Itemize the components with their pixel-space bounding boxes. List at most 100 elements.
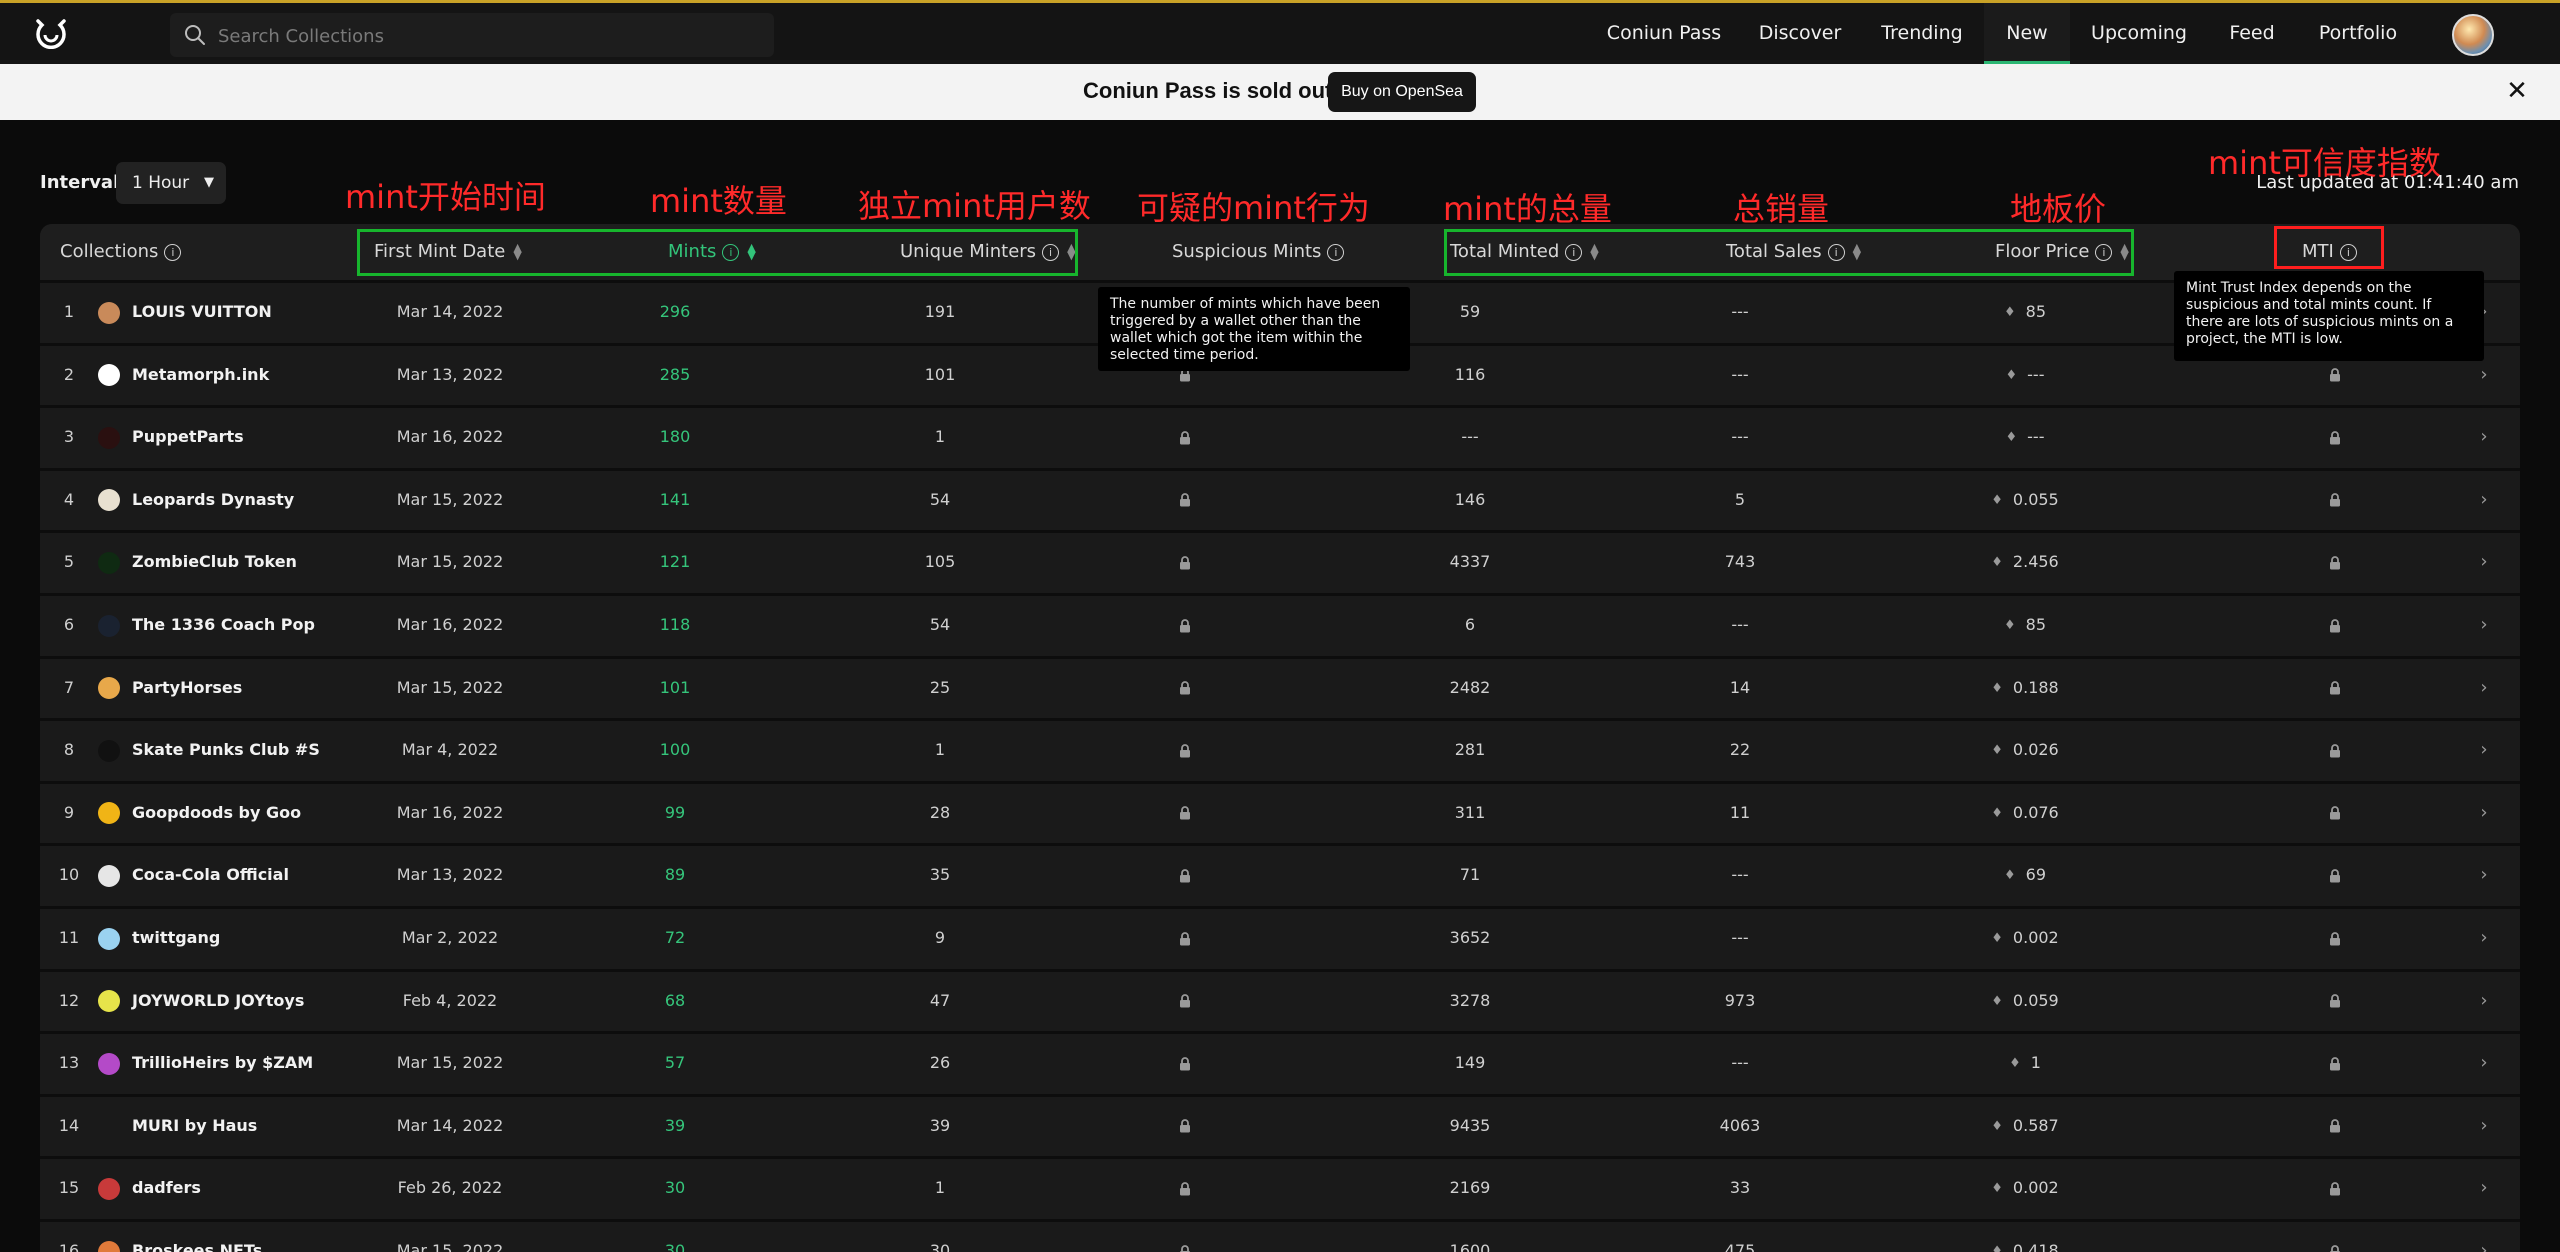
chevron-right-icon[interactable]: ›	[2474, 846, 2494, 903]
unique-minters-cell: 9	[934, 928, 946, 947]
table-row[interactable]: 8 Skate Punks Club #S Mar 4, 2022 100 1 281 22…	[40, 718, 2520, 778]
collection-name-cell[interactable]: PartyHorses	[98, 659, 328, 716]
lock-icon	[1170, 909, 1200, 966]
nav-coniun-pass[interactable]: Coniun Pass	[1603, 3, 1725, 64]
chevron-right-icon[interactable]: ›	[2474, 471, 2494, 528]
collection-name-cell[interactable]: Leopards Dynasty	[98, 471, 328, 528]
table-row[interactable]: 14 MURI by Haus Mar 14, 2022 39 39 9435 4063 ♦ 0…	[40, 1093, 2520, 1154]
collection-name[interactable]: JOYWORLD JOYtoys	[132, 991, 304, 1010]
chevron-right-icon[interactable]: ›	[2474, 1097, 2494, 1154]
first-mint-date-cell: Mar 15, 2022	[396, 677, 504, 697]
search-input[interactable]	[216, 13, 760, 59]
suspicious-mints-tooltip: The number of mints which have been trig…	[1098, 287, 1410, 371]
lock-icon	[2320, 1097, 2350, 1154]
table-row[interactable]: 11 twittgang Mar 2, 2022 72 9 3652 --- ♦ 0.002 ›	[40, 906, 2520, 966]
coniun-logo-icon[interactable]	[34, 17, 68, 49]
info-icon[interactable]: i	[164, 243, 182, 261]
collection-name-cell[interactable]: PuppetParts	[98, 408, 328, 465]
collection-name[interactable]: Metamorph.ink	[132, 365, 269, 384]
table-row[interactable]: 4 Leopards Dynasty Mar 15, 2022 141 54 146 5 ♦ 0…	[40, 467, 2520, 528]
collection-name-cell[interactable]: LOUIS VUITTON	[98, 283, 328, 340]
annotation-first-mint: mint开始时间	[345, 178, 546, 216]
collection-name-cell[interactable]: dadfers	[98, 1159, 328, 1216]
collection-name-cell[interactable]: twittgang	[98, 909, 328, 966]
info-icon[interactable]: i	[1327, 243, 1345, 261]
first-mint-date-cell: Mar 2, 2022	[401, 928, 499, 947]
chevron-right-icon[interactable]: ›	[2474, 721, 2494, 778]
collection-name[interactable]: LOUIS VUITTON	[132, 302, 272, 321]
total-minted-cell: 71	[1459, 865, 1481, 885]
chevron-right-icon[interactable]: ›	[2474, 1034, 2494, 1091]
table-row[interactable]: 9 Goopdoods by Goo Mar 16, 2022 99 28 311 11 ♦ 0…	[40, 780, 2520, 841]
collection-name-cell[interactable]: Metamorph.ink	[98, 346, 328, 403]
total-sales-cell: ---	[1731, 427, 1749, 447]
mints-cell: 68	[664, 990, 686, 1010]
table-row[interactable]: 15 dadfers Feb 26, 2022 30 1 2169 33 ♦ 0.002 ›	[40, 1156, 2520, 1216]
interval-select[interactable]: 1 Hour ▼	[116, 162, 226, 204]
chevron-right-icon[interactable]: ›	[2474, 596, 2494, 653]
chevron-right-icon[interactable]: ›	[2474, 972, 2494, 1029]
table-row[interactable]: 5 ZombieClub Token Mar 15, 2022 121 105 4337 7…	[40, 530, 2520, 590]
interval-value: 1 Hour	[132, 173, 190, 193]
lock-icon	[2320, 1222, 2350, 1252]
collection-name[interactable]: twittgang	[132, 928, 220, 947]
chevron-right-icon[interactable]: ›	[2474, 659, 2494, 716]
collection-name[interactable]: MURI by Haus	[132, 1116, 257, 1135]
collection-name-cell[interactable]: ZombieClub Token	[98, 533, 328, 590]
collection-name[interactable]: Coca-Cola Official	[132, 865, 289, 884]
collection-name-cell[interactable]: The 1336 Coach Pop	[98, 596, 328, 653]
nav-upcoming[interactable]: Upcoming	[2086, 3, 2192, 64]
lock-icon	[2320, 596, 2350, 653]
collection-name[interactable]: Leopards Dynasty	[132, 490, 294, 509]
table-row[interactable]: 16 Broskees NFTs Mar 15, 2022 30 30 1600 475 ♦ 0…	[40, 1219, 2520, 1252]
collection-name[interactable]: Skate Punks Club #S	[132, 740, 320, 759]
first-mint-date-cell: Mar 14, 2022	[396, 302, 504, 321]
collection-name-cell[interactable]: Skate Punks Club #S	[98, 721, 328, 778]
chevron-right-icon[interactable]: ›	[2474, 784, 2494, 841]
collection-name[interactable]: ZombieClub Token	[132, 552, 297, 571]
nav-discover[interactable]: Discover	[1752, 3, 1848, 64]
nav-feed[interactable]: Feed	[2216, 3, 2288, 64]
close-icon[interactable]: ✕	[2503, 74, 2531, 108]
unique-minters-cell: 30	[929, 1241, 951, 1252]
nav-new[interactable]: New	[1984, 3, 2070, 64]
mints-cell: 101	[659, 677, 691, 697]
table-row[interactable]: 3 PuppetParts Mar 16, 2022 180 1 --- --- ♦ --- ›	[40, 405, 2520, 465]
table-row[interactable]: 7 PartyHorses Mar 15, 2022 101 25 2482 14 ♦ 0.18…	[40, 655, 2520, 716]
table-row[interactable]: 12 JOYWORLD JOYtoys Feb 4, 2022 68 47 3278 973…	[40, 968, 2520, 1029]
floor-price-cell: ♦ 69	[1950, 846, 2100, 903]
rank-cell: 6	[63, 615, 75, 634]
nav-trending[interactable]: Trending	[1875, 3, 1969, 64]
avatar[interactable]	[2452, 14, 2494, 56]
collection-name[interactable]: dadfers	[132, 1178, 201, 1197]
chevron-right-icon[interactable]: ›	[2474, 1222, 2494, 1252]
buy-on-opensea-button[interactable]: Buy on OpenSea	[1328, 72, 1476, 112]
chevron-right-icon[interactable]: ›	[2474, 909, 2494, 966]
table-row[interactable]: 13 TrillioHeirs by $ZAM Mar 15, 2022 57 26 14…	[40, 1031, 2520, 1091]
collection-name[interactable]: The 1336 Coach Pop	[132, 615, 315, 634]
collection-name[interactable]: Goopdoods by Goo	[132, 803, 301, 822]
eth-icon: ♦	[1991, 1244, 2003, 1252]
collection-name-cell[interactable]: Goopdoods by Goo	[98, 784, 328, 841]
collection-name-cell[interactable]: Coca-Cola Official	[98, 846, 328, 903]
table-row[interactable]: 10 Coca-Cola Official Mar 13, 2022 89 35 71 --…	[40, 843, 2520, 903]
collection-name-cell[interactable]: Broskees NFTs	[98, 1222, 328, 1252]
rank-cell: 15	[58, 1178, 80, 1198]
chevron-right-icon[interactable]: ›	[2474, 408, 2494, 465]
collection-name-cell[interactable]: TrillioHeirs by $ZAM	[98, 1034, 328, 1091]
table-row[interactable]: 6 The 1336 Coach Pop Mar 16, 2022 118 54 6 ---…	[40, 593, 2520, 653]
collection-name[interactable]: TrillioHeirs by $ZAM	[132, 1053, 313, 1072]
first-mint-date-cell: Mar 13, 2022	[396, 364, 504, 384]
collection-name-cell[interactable]: JOYWORLD JOYtoys	[98, 972, 328, 1029]
collection-name[interactable]: PartyHorses	[132, 678, 242, 697]
total-minted-cell: ---	[1461, 427, 1479, 447]
collection-name[interactable]: PuppetParts	[132, 427, 244, 446]
collection-avatar	[98, 551, 120, 574]
collection-name-cell[interactable]: MURI by Haus	[98, 1097, 328, 1154]
search-bar[interactable]	[170, 13, 774, 59]
chevron-right-icon[interactable]: ›	[2474, 533, 2494, 590]
nav-portfolio[interactable]: Portfolio	[2308, 3, 2408, 64]
header-collections[interactable]: Collections i	[60, 224, 182, 280]
chevron-right-icon[interactable]: ›	[2474, 1159, 2494, 1216]
collection-name[interactable]: Broskees NFTs	[132, 1241, 262, 1252]
